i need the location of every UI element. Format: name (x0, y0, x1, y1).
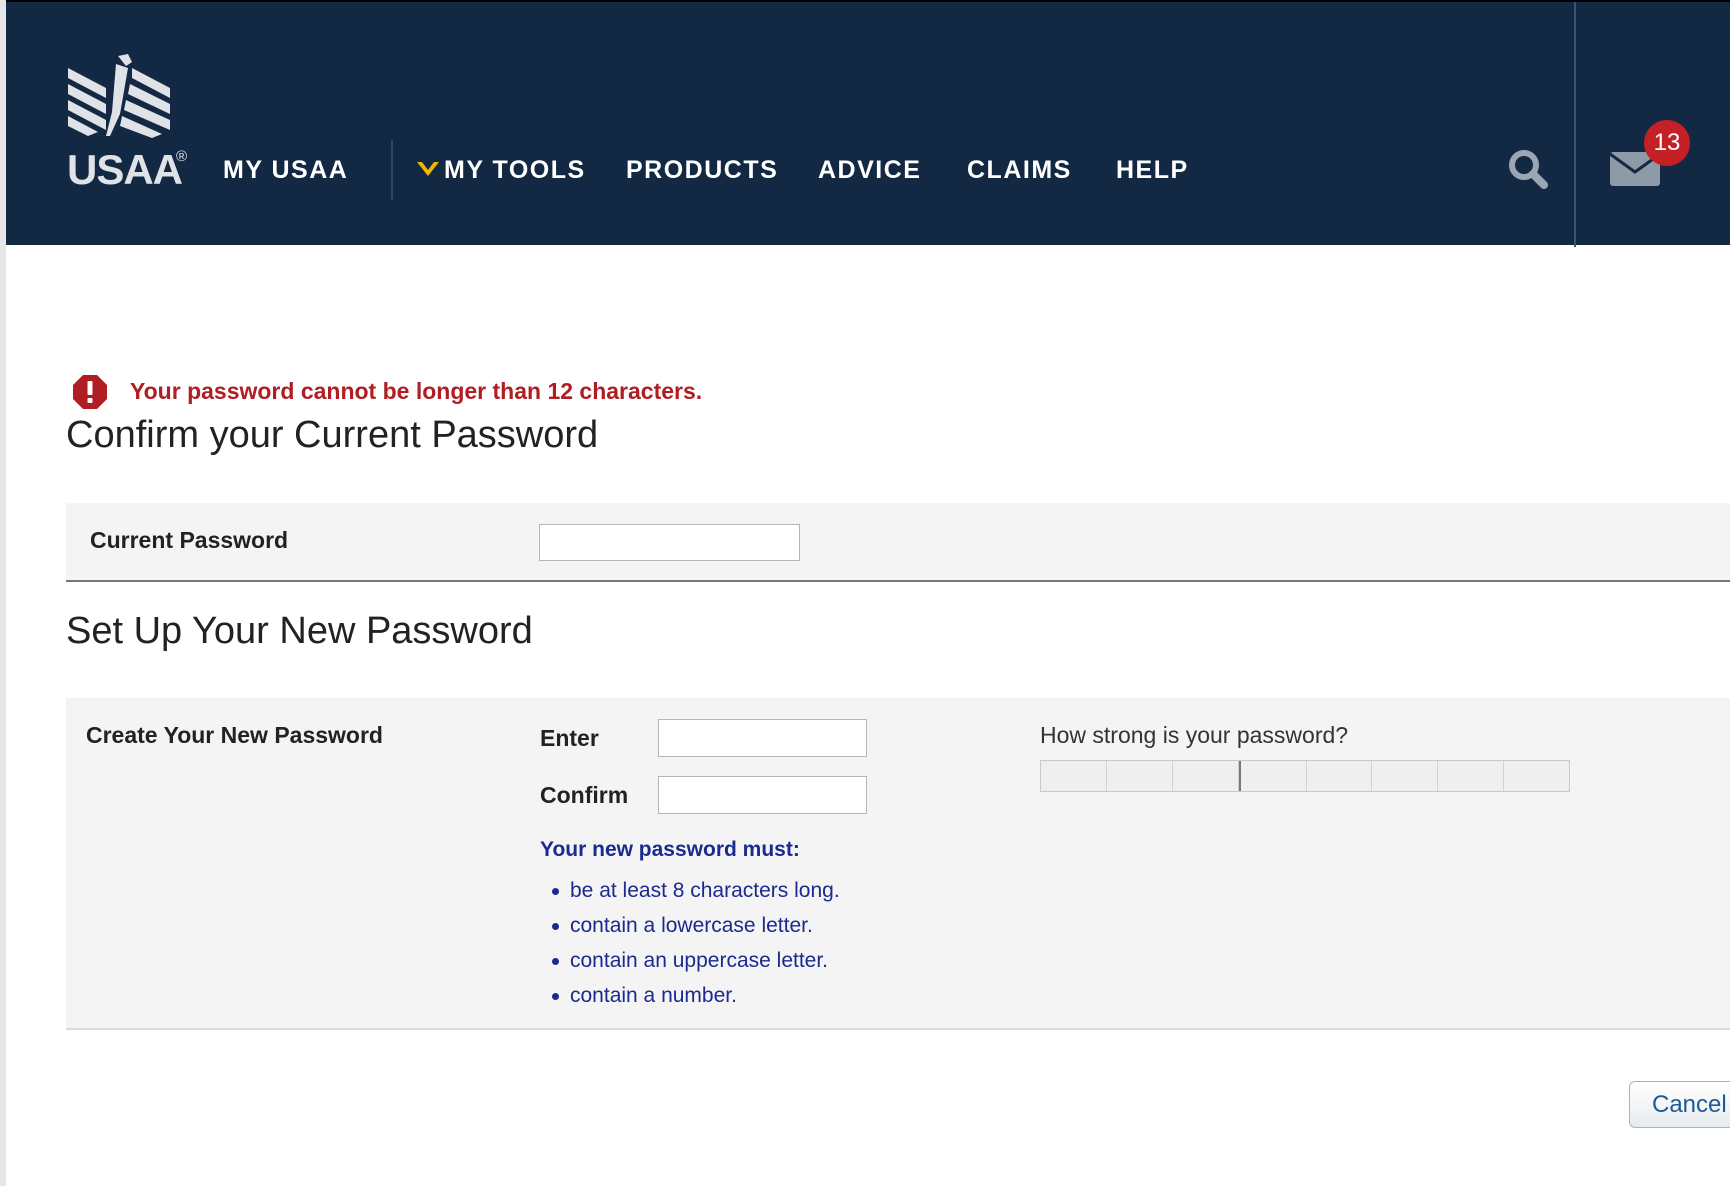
site-header: USAA ® MY USAA MY TOOLS PRODUCTS ADVICE … (6, 0, 1730, 247)
cancel-button[interactable]: Cancel (1629, 1081, 1730, 1128)
registered-mark: ® (176, 148, 188, 165)
nav-my-usaa[interactable]: MY USAA (223, 156, 348, 185)
confirm-current-password-heading: Confirm your Current Password (66, 414, 599, 456)
strength-segment (1504, 761, 1569, 791)
create-new-password-label: Create Your New Password (86, 722, 383, 748)
nav-my-tools[interactable]: MY TOOLS (444, 156, 586, 185)
error-text: Your password cannot be longer than 12 c… (130, 378, 703, 404)
strength-segment (1306, 761, 1373, 791)
confirm-label: Confirm (540, 782, 629, 808)
messages-count-badge[interactable]: 13 (1644, 120, 1690, 166)
nav-claims[interactable]: CLAIMS (967, 156, 1072, 185)
current-password-label: Current Password (90, 527, 289, 553)
nav-help[interactable]: HELP (1116, 156, 1189, 185)
enter-label: Enter (540, 725, 599, 751)
chevron-down-icon[interactable] (414, 158, 442, 182)
error-octagon-icon (72, 374, 108, 410)
header-divider (1574, 2, 1576, 247)
logo-wordmark: USAA (67, 146, 183, 193)
strength-segment (1106, 761, 1173, 791)
current-password-input[interactable] (539, 524, 800, 561)
new-password-enter-input[interactable] (658, 719, 867, 757)
strength-segment (1438, 761, 1505, 791)
password-rule-item: contain a number. (550, 978, 840, 1013)
password-rule-item: contain an uppercase letter. (550, 943, 840, 978)
password-strength-label: How strong is your password? (1040, 722, 1349, 748)
current-password-panel: Current Password (66, 503, 1730, 582)
password-rules-list: be at least 8 characters long. contain a… (550, 873, 840, 1013)
strength-segment (1172, 761, 1239, 791)
nav-advice[interactable]: ADVICE (818, 156, 921, 185)
new-password-panel: Create Your New Password Enter Confirm Y… (66, 698, 1730, 1030)
nav-products[interactable]: PRODUCTS (626, 156, 778, 185)
new-password-confirm-input[interactable] (658, 776, 867, 814)
password-rules-title: Your new password must: (540, 838, 800, 861)
password-rule-item: be at least 8 characters long. (550, 873, 840, 908)
search-icon[interactable] (1506, 147, 1550, 191)
new-password-heading: Set Up Your New Password (66, 610, 533, 652)
password-rule-item: contain a lowercase letter. (550, 908, 840, 943)
strength-segment (1041, 761, 1107, 791)
password-strength-meter (1040, 760, 1570, 792)
nav-divider (391, 140, 393, 200)
strength-segment (1238, 761, 1307, 791)
strength-segment (1372, 761, 1439, 791)
